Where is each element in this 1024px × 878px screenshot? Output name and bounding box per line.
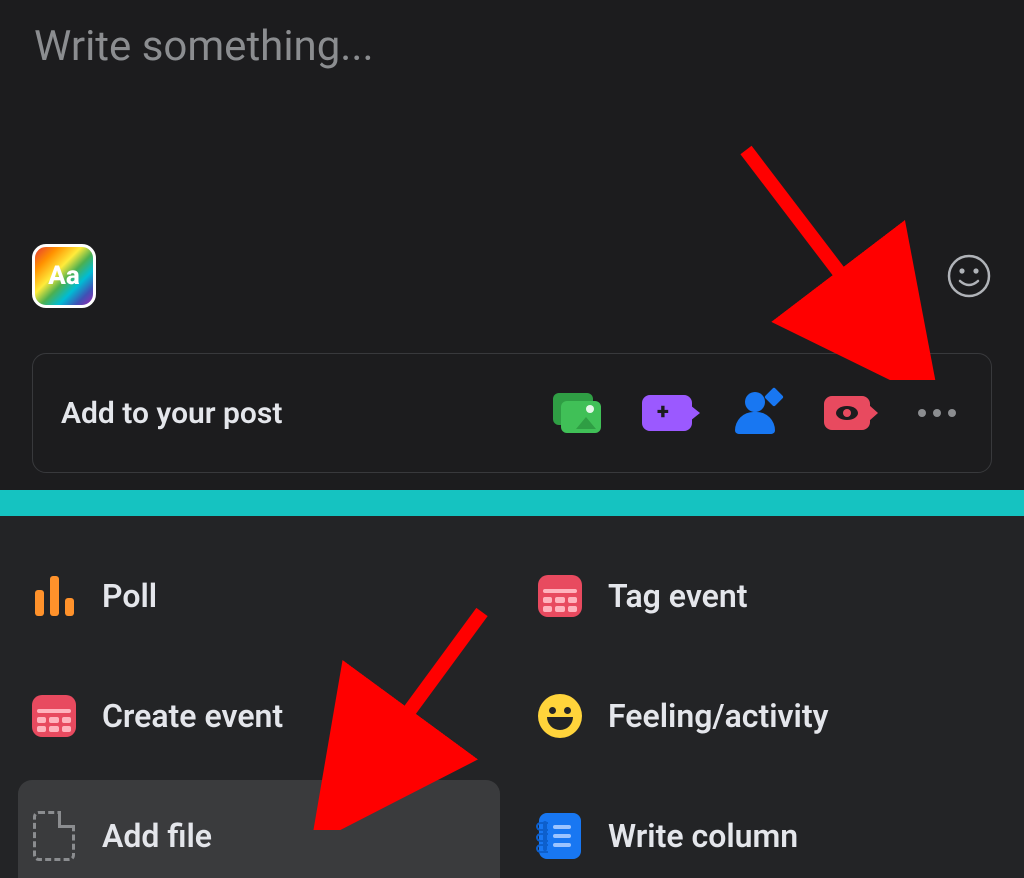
more-icon xyxy=(918,409,956,417)
file-icon xyxy=(33,811,75,861)
feeling-icon xyxy=(538,694,582,738)
option-create-event[interactable]: Create event xyxy=(18,660,500,772)
option-poll[interactable]: Poll xyxy=(18,540,500,652)
reel-button[interactable]: + xyxy=(641,392,693,434)
poll-icon xyxy=(35,576,74,616)
calendar-icon xyxy=(32,695,76,737)
emoji-button[interactable] xyxy=(946,253,992,299)
option-feeling-activity[interactable]: Feeling/activity xyxy=(524,660,1006,772)
post-options-panel: Poll Tag event Create event Feeling/acti… xyxy=(0,516,1024,878)
calendar-icon xyxy=(538,575,582,617)
reel-plus-icon: + xyxy=(642,395,692,431)
option-tag-event[interactable]: Tag event xyxy=(524,540,1006,652)
person-tag-icon xyxy=(735,392,779,434)
text-style-label: Aa xyxy=(48,261,79,291)
option-label: Poll xyxy=(102,577,157,615)
add-to-post-panel: Add to your post + xyxy=(32,353,992,473)
photo-video-button[interactable] xyxy=(551,392,603,434)
text-style-button[interactable]: Aa xyxy=(32,244,96,308)
photo-icon xyxy=(553,393,601,433)
option-label: Create event xyxy=(102,697,283,735)
live-video-icon xyxy=(824,396,870,430)
tag-people-button[interactable] xyxy=(731,392,783,434)
compose-area[interactable]: Write something... xyxy=(0,0,1024,71)
option-label: Tag event xyxy=(608,577,748,615)
more-options-button[interactable] xyxy=(911,392,963,434)
option-add-file[interactable]: Add file xyxy=(18,780,500,878)
live-video-button[interactable] xyxy=(821,392,873,434)
option-label: Feeling/activity xyxy=(608,697,829,735)
option-write-column[interactable]: Write column xyxy=(524,780,1006,878)
compose-placeholder: Write something... xyxy=(34,22,990,71)
add-to-post-label: Add to your post xyxy=(61,396,282,431)
smiley-icon xyxy=(946,253,992,299)
option-label: Write column xyxy=(608,817,798,855)
notebook-icon xyxy=(539,813,581,859)
option-label: Add file xyxy=(102,817,212,855)
section-divider xyxy=(0,490,1024,516)
